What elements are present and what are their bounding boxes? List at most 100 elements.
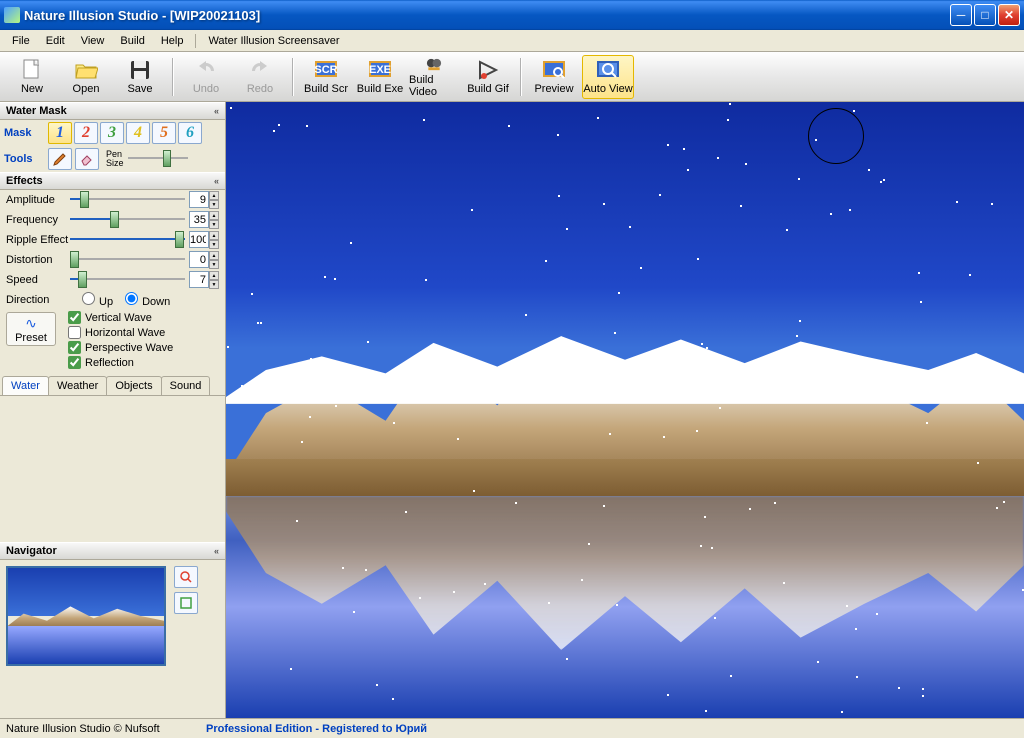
toolbar: New Open Save Undo Redo SCRBuild Scr EXE… [0,52,1024,102]
eraser-tool-button[interactable] [75,148,99,170]
collapse-icon: « [214,106,219,116]
buildexe-button[interactable]: EXEBuild Exe [354,55,406,99]
redo-button[interactable]: Redo [234,55,286,99]
speed-label: Speed [6,274,70,286]
menu-edit[interactable]: Edit [38,33,73,49]
amplitude-slider[interactable] [70,191,185,209]
fit-icon [179,596,193,610]
canvas[interactable] [226,102,1024,718]
open-button[interactable]: Open [60,55,112,99]
collapse-icon: « [214,546,219,556]
mask-2-button[interactable]: 2 [74,122,98,144]
effect-tabs: Water Weather Objects Sound [0,374,225,396]
hwave-checkbox[interactable] [68,326,81,339]
pen-size-slider[interactable] [128,150,188,168]
ripple-slider[interactable] [70,231,185,249]
status-right: Professional Edition - Registered to Юри… [206,723,427,735]
nav-fit-button[interactable] [174,592,198,614]
maximize-button[interactable]: □ [974,4,996,26]
undo-button[interactable]: Undo [180,55,232,99]
brush-tool-button[interactable] [48,148,72,170]
menu-view[interactable]: View [73,33,113,49]
video-icon [422,56,446,73]
zoom-icon [179,570,193,584]
minimize-button[interactable]: ─ [950,4,972,26]
watermask-header[interactable]: Water Mask« [0,102,225,120]
save-icon [128,58,152,82]
new-button[interactable]: New [6,55,58,99]
pwave-checkbox[interactable] [68,341,81,354]
preset-button[interactable]: ∿ Preset [6,312,56,346]
autoview-button[interactable]: Auto View [582,55,634,99]
ripple-spinner[interactable]: ▲▼ [209,231,219,249]
collapse-icon: « [214,176,219,186]
buildvideo-button[interactable]: Build Video [408,55,460,99]
status-left: Nature Illusion Studio © Nufsoft [6,723,206,735]
tab-sound[interactable]: Sound [161,376,211,395]
buildscr-button[interactable]: SCRBuild Scr [300,55,352,99]
frequency-slider[interactable] [70,211,185,229]
amplitude-label: Amplitude [6,194,70,206]
distortion-label: Distortion [6,254,70,266]
wave-icon: ∿ [25,315,37,332]
direction-label: Direction [6,294,70,306]
direction-down-radio[interactable]: Down [125,292,170,308]
menu-help[interactable]: Help [153,33,192,49]
pen-size-label: Pen Size [106,150,124,168]
mask-6-button[interactable]: 6 [178,122,202,144]
mask-4-button[interactable]: 4 [126,122,150,144]
scr-icon: SCR [314,58,338,82]
brush-cursor [808,108,864,164]
tab-weather[interactable]: Weather [48,376,107,395]
distortion-slider[interactable] [70,251,185,269]
close-button[interactable]: ✕ [998,4,1020,26]
window-title: Nature Illusion Studio - [WIP20021103] [24,8,950,23]
menu-build[interactable]: Build [112,33,152,49]
distortion-spinner[interactable]: ▲▼ [209,251,219,269]
nav-zoom-button[interactable] [174,566,198,588]
frequency-label: Frequency [6,214,70,226]
preview-button[interactable]: Preview [528,55,580,99]
refl-checkbox[interactable] [68,356,81,369]
brush-icon [52,151,68,167]
menu-screensaver[interactable]: Water Illusion Screensaver [200,33,347,49]
navigator-header[interactable]: Navigator« [0,542,225,560]
speed-spinner[interactable]: ▲▼ [209,271,219,289]
amplitude-spinner[interactable]: ▲▼ [209,191,219,209]
preview-icon [542,58,566,82]
vwave-checkbox[interactable] [68,311,81,324]
frequency-spinner[interactable]: ▲▼ [209,211,219,229]
save-button[interactable]: Save [114,55,166,99]
mask-3-button[interactable]: 3 [100,122,124,144]
tools-label: Tools [4,153,48,165]
titlebar: Nature Illusion Studio - [WIP20021103] ─… [0,0,1024,30]
statusbar: Nature Illusion Studio © Nufsoft Profess… [0,718,1024,738]
buildgif-button[interactable]: Build Gif [462,55,514,99]
canvas-area [226,102,1024,718]
app-icon [4,7,20,23]
menubar: File Edit View Build Help Water Illusion… [0,30,1024,52]
menu-file[interactable]: File [4,33,38,49]
eraser-icon [79,151,95,167]
mask-1-button[interactable]: 1 [48,122,72,144]
tab-water[interactable]: Water [2,376,49,395]
navigator-thumbnail[interactable] [6,566,166,666]
open-icon [74,58,98,82]
mask-label: Mask [4,127,48,139]
left-panel: Water Mask« Mask 1 2 3 4 5 6 Tools Pen S… [0,102,226,718]
svg-text:EXE: EXE [369,64,391,76]
effects-header[interactable]: Effects« [0,172,225,190]
new-icon [20,58,44,82]
redo-icon [248,58,272,82]
speed-input[interactable] [189,271,209,288]
distortion-input[interactable] [189,251,209,268]
mask-5-button[interactable]: 5 [152,122,176,144]
frequency-input[interactable] [189,211,209,228]
undo-icon [194,58,218,82]
speed-slider[interactable] [70,271,185,289]
direction-up-radio[interactable]: Up [82,292,113,308]
tab-objects[interactable]: Objects [106,376,161,395]
amplitude-input[interactable] [189,191,209,208]
autoview-icon [596,58,620,82]
ripple-input[interactable] [189,231,209,248]
